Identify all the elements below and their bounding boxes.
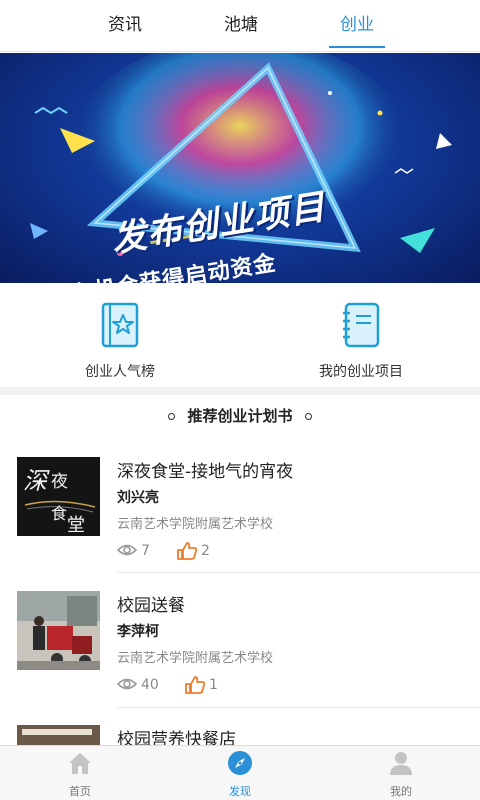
thumb-text: 深 bbox=[23, 467, 50, 495]
thumbs-up-icon bbox=[185, 676, 205, 694]
bullet-icon bbox=[168, 413, 176, 420]
nav-label: 首页 bbox=[69, 785, 91, 798]
list-divider bbox=[117, 572, 480, 573]
promo-banner[interactable]: 发布创业项目 有机会获得启动资金 bbox=[0, 53, 480, 283]
entry-my-projects[interactable]: 我的创业项目 bbox=[291, 301, 431, 381]
list-item[interactable]: 校园营养快餐店 bbox=[0, 725, 480, 745]
nav-label: 发现 bbox=[229, 785, 251, 798]
feature-entries: 创业人气榜 我的创业项目 bbox=[0, 283, 480, 387]
user-icon bbox=[390, 752, 412, 775]
eye-icon bbox=[117, 678, 137, 690]
item-title: 校园送餐 bbox=[117, 596, 185, 616]
bullet-icon bbox=[304, 413, 312, 420]
entry-popularity-ranking[interactable]: 创业人气榜 bbox=[50, 301, 190, 381]
section-header: 推荐创业计划书 bbox=[0, 405, 480, 429]
star-book-icon bbox=[101, 302, 139, 348]
top-tab-bar: 资讯 池塘 创业 bbox=[0, 0, 480, 52]
views-count: 7 bbox=[141, 543, 150, 559]
home-icon bbox=[69, 753, 91, 774]
item-title: 校园营养快餐店 bbox=[117, 730, 236, 745]
item-organization: 云南艺术学院附属艺术学校 bbox=[117, 517, 274, 532]
section-divider bbox=[0, 387, 480, 395]
section-title: 推荐创业计划书 bbox=[187, 407, 293, 425]
tab-news[interactable]: 资讯 bbox=[75, 0, 175, 52]
delivery-photo-thumbnail bbox=[17, 591, 100, 670]
thumb-text: 食 bbox=[51, 504, 67, 523]
thumb-text: 堂 bbox=[67, 515, 85, 536]
entry-label: 我的创业项目 bbox=[319, 364, 403, 380]
thumbs-up-icon bbox=[177, 542, 197, 560]
item-thumbnail bbox=[17, 725, 100, 745]
item-thumbnail bbox=[17, 591, 100, 670]
views-count: 40 bbox=[141, 677, 159, 693]
tab-pond[interactable]: 池塘 bbox=[191, 0, 291, 52]
likes-count: 2 bbox=[201, 543, 210, 559]
restaurant-photo-thumbnail bbox=[17, 725, 100, 745]
nav-home[interactable]: 首页 bbox=[40, 750, 120, 799]
eye-icon bbox=[117, 544, 137, 556]
entry-label: 创业人气榜 bbox=[85, 364, 155, 380]
thumb-text: 夜 bbox=[51, 472, 68, 492]
list-item[interactable]: 校园送餐 李萍柯 云南艺术学院附属艺术学校 40 1 bbox=[0, 591, 480, 721]
compass-icon bbox=[228, 751, 252, 775]
likes-count: 1 bbox=[209, 677, 218, 693]
item-thumbnail: 深 夜 食 堂 bbox=[17, 457, 100, 536]
bottom-navigation: 首页 发现 我的 bbox=[0, 745, 480, 800]
item-organization: 云南艺术学院附属艺术学校 bbox=[117, 651, 274, 666]
notebook-icon bbox=[343, 302, 380, 348]
tab-startup[interactable]: 创业 bbox=[307, 0, 407, 52]
nav-mine[interactable]: 我的 bbox=[361, 750, 441, 799]
banner-art bbox=[30, 53, 452, 258]
item-title: 深夜食堂-接地气的宵夜 bbox=[117, 462, 294, 482]
item-author: 李萍柯 bbox=[117, 624, 159, 640]
nav-label: 我的 bbox=[390, 785, 412, 798]
nav-discover[interactable]: 发现 bbox=[200, 750, 280, 799]
list-item[interactable]: 深 夜 食 堂 深夜食堂-接地气的宵夜 刘兴亮 云南艺术学院附属艺术学校 7 2 bbox=[0, 457, 480, 587]
item-author: 刘兴亮 bbox=[117, 490, 159, 506]
list-divider bbox=[117, 707, 480, 708]
calligraphy-thumbnail: 深 夜 食 堂 bbox=[17, 457, 100, 536]
